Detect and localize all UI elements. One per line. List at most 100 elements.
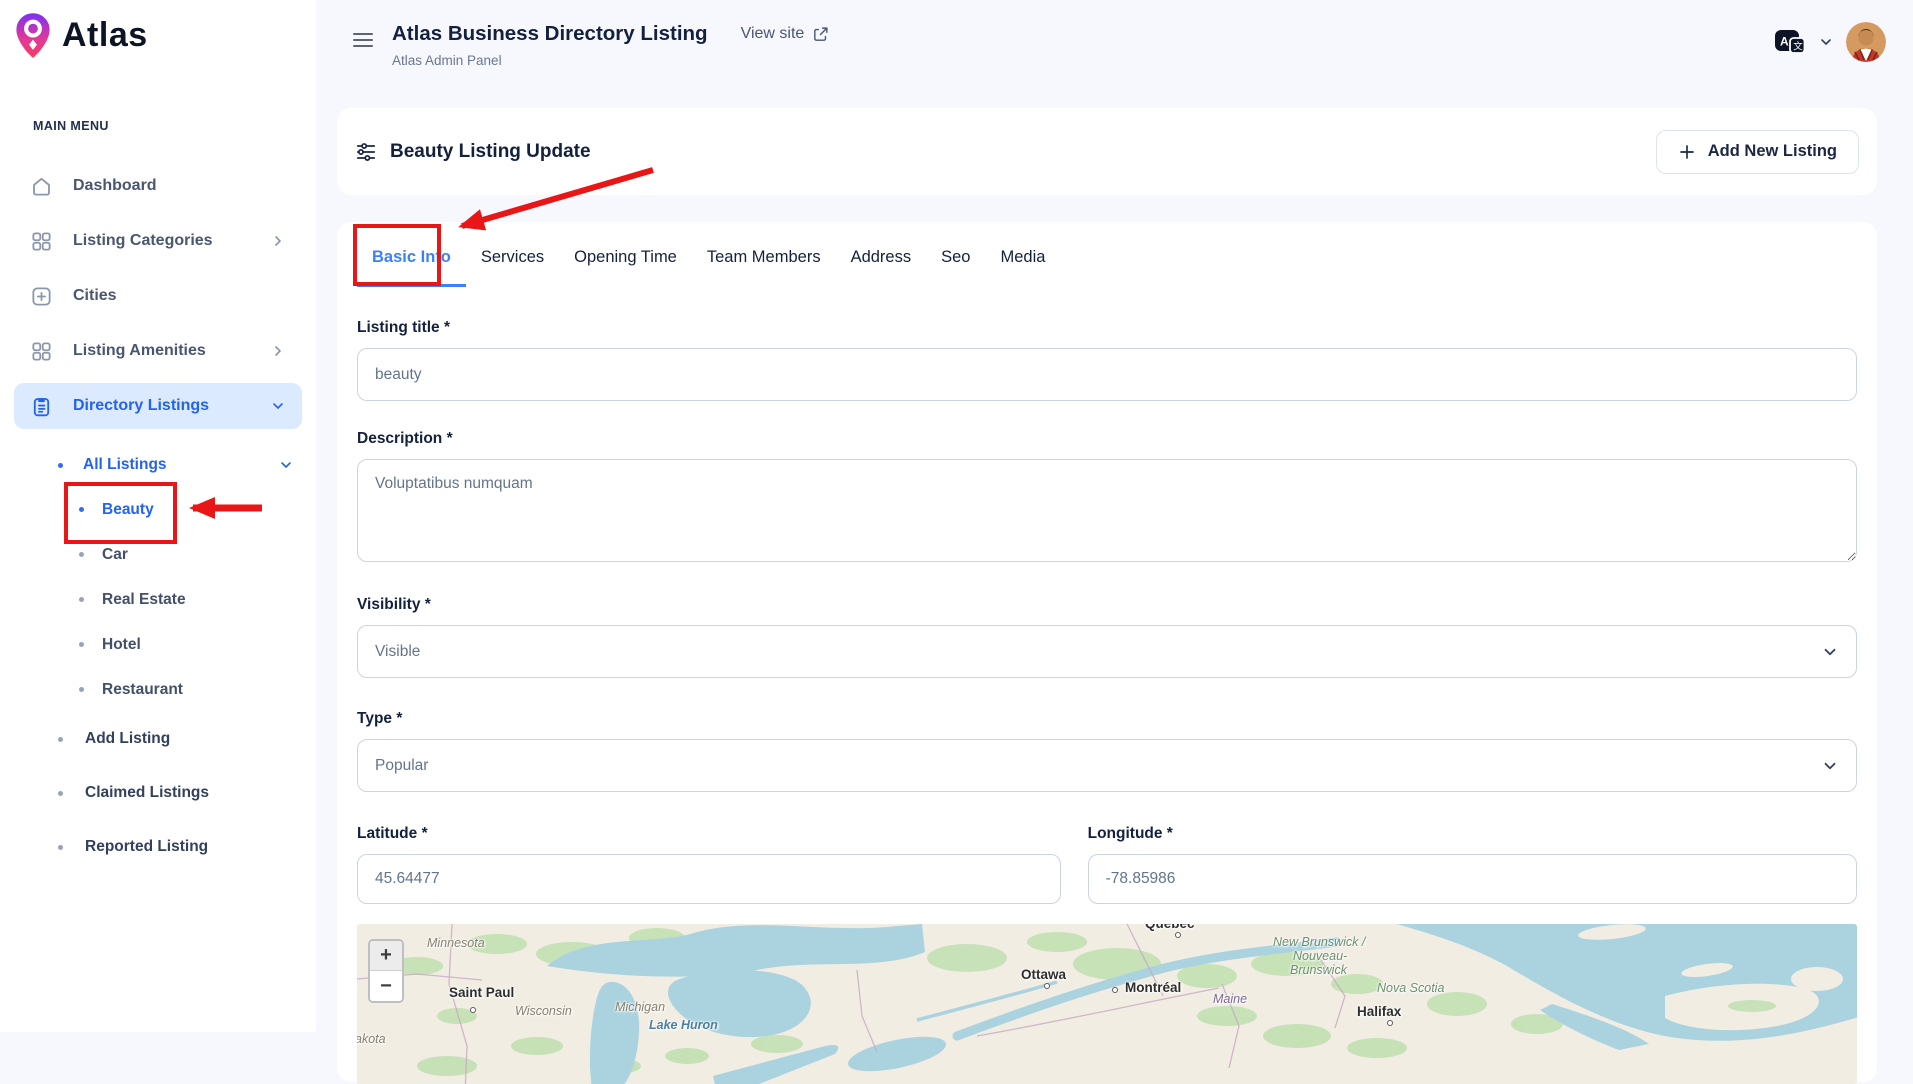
- sidebar-item-label: Car: [102, 546, 128, 564]
- sliders-icon: [355, 141, 377, 163]
- app-logo[interactable]: Atlas: [0, 0, 316, 59]
- listing-title-input[interactable]: [357, 348, 1857, 401]
- latitude-input[interactable]: [357, 854, 1061, 904]
- sidebar-section-label: MAIN MENU: [33, 119, 316, 133]
- sidebar-item-label: Beauty: [102, 501, 154, 519]
- sidebar-item-label: Dashboard: [73, 177, 157, 195]
- tab-media[interactable]: Media: [985, 248, 1060, 287]
- form-tabs: Basic Info Services Opening Time Team Me…: [357, 222, 1857, 287]
- map-marker-dot: [1175, 932, 1181, 938]
- sidebar-item-directory-listings[interactable]: Directory Listings: [14, 383, 302, 429]
- tab-opening-time[interactable]: Opening Time: [559, 248, 692, 287]
- atlas-pin-icon: [14, 12, 52, 59]
- sidebar-item-listing-amenities[interactable]: Listing Amenities: [14, 328, 302, 374]
- page-title: Atlas Business Directory Listing: [392, 22, 708, 46]
- sidebar-item-dashboard[interactable]: Dashboard: [14, 163, 302, 209]
- square-plus-icon: [30, 285, 53, 308]
- type-select[interactable]: Popular: [357, 739, 1857, 792]
- listing-title-label: Listing title *: [357, 319, 1857, 337]
- bullet-icon: [58, 737, 63, 742]
- map-label: Montréal: [1125, 980, 1181, 995]
- map-label: Minnesota: [427, 936, 485, 950]
- topbar: Atlas Business Directory Listing Atlas A…: [316, 0, 1913, 68]
- hamburger-menu-icon[interactable]: [353, 32, 373, 48]
- coordinates-row: Latitude * Longitude *: [357, 825, 1857, 904]
- type-value: Popular: [375, 757, 428, 775]
- sidebar-item-label: Real Estate: [102, 591, 186, 609]
- latitude-field: Latitude *: [357, 825, 1061, 904]
- longitude-input[interactable]: [1088, 854, 1857, 904]
- visibility-select[interactable]: Visible: [357, 625, 1857, 678]
- sidebar-item-real-estate[interactable]: Real Estate: [0, 577, 302, 622]
- sidebar-item-label: Directory Listings: [73, 397, 209, 415]
- description-textarea[interactable]: Voluptatibus numquam: [357, 459, 1857, 562]
- sidebar-item-label: Hotel: [102, 636, 141, 654]
- description-label: Description *: [357, 430, 1857, 448]
- sidebar-item-listing-categories[interactable]: Listing Categories: [14, 218, 302, 264]
- tab-seo[interactable]: Seo: [926, 248, 985, 287]
- page-subtitle: Atlas Admin Panel: [392, 53, 708, 68]
- type-label: Type *: [357, 710, 1857, 728]
- bullet-icon: [79, 507, 84, 512]
- tab-team-members[interactable]: Team Members: [692, 248, 836, 287]
- listing-update-header-card: Beauty Listing Update Add New Listing: [337, 108, 1877, 195]
- app-name: Atlas: [62, 16, 148, 55]
- chevron-down-icon: [1821, 643, 1839, 661]
- latitude-label: Latitude *: [357, 825, 1061, 843]
- translate-icon[interactable]: A 文: [1774, 29, 1806, 56]
- map-marker-dot: [1387, 1020, 1393, 1026]
- description-field: Description * Voluptatibus numquam: [357, 430, 1857, 567]
- sidebar-item-hotel[interactable]: Hotel: [0, 622, 302, 667]
- sidebar-item-label: Listing Amenities: [73, 342, 206, 360]
- user-avatar[interactable]: [1846, 22, 1886, 62]
- sidebar-item-label: Listing Categories: [73, 232, 213, 250]
- map-label: New Brunswick /: [1273, 935, 1365, 949]
- sidebar-item-beauty[interactable]: Beauty: [0, 487, 302, 532]
- main-content: Atlas Business Directory Listing Atlas A…: [316, 0, 1913, 1032]
- map-zoom-in-button[interactable]: +: [370, 941, 402, 971]
- chevron-down-icon[interactable]: [1818, 34, 1834, 50]
- sidebar-item-label: Cities: [73, 287, 117, 305]
- tab-address[interactable]: Address: [836, 248, 927, 287]
- home-icon: [30, 175, 53, 198]
- plus-icon: [1678, 143, 1696, 161]
- map-canvas[interactable]: + − MinnesotaSaint PaulWisconsinMichigan…: [357, 924, 1857, 1084]
- sidebar-item-label: Claimed Listings: [85, 784, 209, 802]
- map-zoom-out-button[interactable]: −: [370, 971, 402, 1001]
- chevron-right-icon: [270, 233, 286, 249]
- sidebar-item-cities[interactable]: Cities: [14, 273, 302, 319]
- tab-basic-info[interactable]: Basic Info: [357, 248, 466, 287]
- map-label: Maine: [1213, 992, 1247, 1006]
- sidebar-item-car[interactable]: Car: [0, 532, 302, 577]
- sidebar-item-restaurant[interactable]: Restaurant: [0, 667, 302, 712]
- sidebar-item-label: Add Listing: [85, 730, 170, 748]
- chevron-down-icon: [1821, 757, 1839, 775]
- bullet-icon: [79, 642, 84, 647]
- topbar-actions: A 文: [1774, 22, 1886, 62]
- bullet-icon: [58, 463, 63, 468]
- directory-listings-submenu: All Listings Beauty Car Real Estate Hote…: [0, 438, 316, 874]
- map-label: Ottawa: [1021, 967, 1066, 982]
- external-link-icon: [812, 26, 829, 43]
- map-label: Nouveau-: [1293, 949, 1347, 963]
- type-field: Type * Popular: [357, 710, 1857, 792]
- grid-icon: [30, 230, 53, 253]
- map-label: Brunswick: [1290, 963, 1347, 977]
- grid-icon: [30, 340, 53, 363]
- visibility-value: Visible: [375, 643, 420, 661]
- add-new-listing-label: Add New Listing: [1708, 142, 1837, 161]
- map-label: Michigan: [615, 1000, 665, 1014]
- chevron-down-icon: [278, 457, 294, 473]
- chevron-right-icon: [270, 343, 286, 359]
- add-new-listing-button[interactable]: Add New Listing: [1656, 130, 1859, 174]
- map-geography: [357, 924, 1857, 1084]
- view-site-link[interactable]: View site: [741, 25, 830, 43]
- tab-services[interactable]: Services: [466, 248, 559, 287]
- sidebar-item-all-listings[interactable]: All Listings: [0, 443, 302, 487]
- sidebar-item-add-listing[interactable]: Add Listing: [0, 712, 302, 766]
- view-site-label: View site: [741, 25, 805, 43]
- listing-form-card: Basic Info Services Opening Time Team Me…: [337, 222, 1877, 1082]
- svg-text:A: A: [1780, 34, 1789, 48]
- sidebar-item-reported-listing[interactable]: Reported Listing: [0, 820, 302, 874]
- sidebar-item-claimed-listings[interactable]: Claimed Listings: [0, 766, 302, 820]
